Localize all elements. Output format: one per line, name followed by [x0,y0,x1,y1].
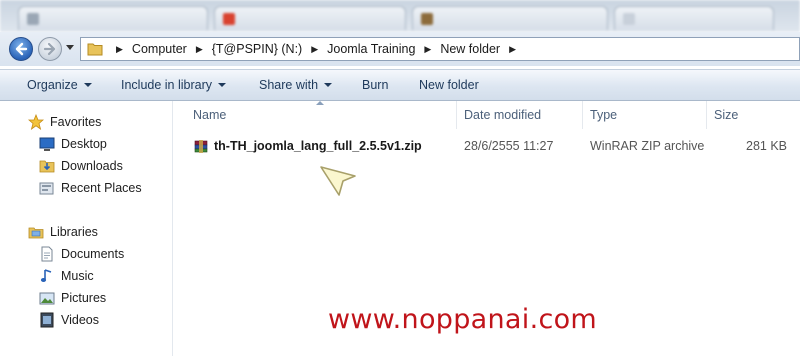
browser-tab[interactable] [412,6,608,30]
caret-down-icon [218,83,227,87]
nav-favorites[interactable]: Favorites [27,112,102,132]
file-type: WinRAR ZIP archive [590,139,705,153]
documents-icon [39,246,55,262]
nav-item-label: Documents [61,247,125,261]
breadcrumb-drive[interactable]: {T@PSPIN} (N:) [212,42,303,56]
column-header-size[interactable]: Size [707,101,800,129]
pictures-icon [39,290,55,306]
star-icon [27,113,45,130]
chevron-right-icon[interactable]: ▶ [311,44,318,55]
new-folder-button[interactable]: New folder [419,78,479,92]
nav-item-videos[interactable]: Videos [39,310,99,330]
chevron-right-icon[interactable]: ▶ [509,44,516,55]
sort-ascending-icon [316,101,324,105]
share-with-button[interactable]: Share with [259,78,333,92]
libraries-icon [28,224,44,240]
nav-item-label: Music [61,269,94,283]
include-in-library-label: Include in library [121,78,213,92]
nav-item-downloads[interactable]: Downloads [39,156,123,176]
nav-favorites-label: Favorites [50,115,102,129]
winrar-archive-icon [193,138,209,160]
share-with-label: Share with [259,78,319,92]
browser-tab-strip [0,0,800,32]
pointer-cursor-icon [320,166,356,196]
nav-item-music[interactable]: Music [39,266,94,286]
organize-label: Organize [27,78,78,92]
music-note-icon [39,268,55,284]
address-bar[interactable]: ▶ Computer ▶ {T@PSPIN} (N:) ▶ Joomla Tra… [80,37,800,61]
chevron-right-icon[interactable]: ▶ [196,44,203,55]
breadcrumb-joomla-training[interactable]: Joomla Training [327,42,415,56]
nav-item-pictures[interactable]: Pictures [39,288,106,308]
breadcrumb-computer[interactable]: Computer [132,42,187,56]
chevron-right-icon[interactable]: ▶ [116,44,123,55]
browser-tab[interactable] [614,6,774,30]
arrow-left-icon [15,42,28,56]
back-button[interactable] [9,37,33,61]
file-name: th-TH_joomla_lang_full_2.5.5v1.zip [214,139,422,153]
organize-button[interactable]: Organize [27,78,92,92]
breadcrumb-new-folder[interactable]: New folder [440,42,500,56]
breadcrumb: ▶ Computer ▶ {T@PSPIN} (N:) ▶ Joomla Tra… [107,38,525,60]
address-row: ▶ Computer ▶ {T@PSPIN} (N:) ▶ Joomla Tra… [0,32,800,66]
command-bar: Organize Include in library Share with B… [0,69,800,101]
arrow-right-icon [43,42,56,56]
recent-pages-dropdown[interactable] [66,45,74,50]
file-row[interactable]: th-TH_joomla_lang_full_2.5.5v1.zip 28/6/… [186,136,788,156]
nav-item-label: Recent Places [61,181,142,195]
burn-button[interactable]: Burn [362,78,388,92]
nav-libraries-label: Libraries [50,225,98,239]
recent-places-icon [39,180,55,196]
desktop-icon [39,136,55,152]
nav-libraries[interactable]: Libraries [28,222,98,242]
folder-icon [87,43,103,56]
column-header-type[interactable]: Type [583,101,707,129]
nav-item-desktop[interactable]: Desktop [39,134,107,154]
forward-button[interactable] [38,37,62,61]
nav-item-label: Videos [61,313,99,327]
videos-icon [39,312,55,328]
nav-item-documents[interactable]: Documents [39,244,124,264]
nav-item-recent-places[interactable]: Recent Places [39,178,142,198]
nav-item-label: Desktop [61,137,107,151]
nav-item-label: Pictures [61,291,107,305]
watermark-text: www.noppanai.com [328,304,598,335]
browser-tab[interactable] [18,6,208,30]
nav-item-label: Downloads [61,159,123,173]
column-header-date-modified[interactable]: Date modified [457,101,583,129]
downloads-folder-icon [39,158,55,174]
caret-down-icon [83,83,92,87]
browser-tab[interactable] [214,6,406,30]
chevron-right-icon[interactable]: ▶ [424,44,431,55]
column-header-name[interactable]: Name [186,101,457,129]
caret-down-icon [324,83,333,87]
file-date-modified: 28/6/2555 11:27 [464,139,554,153]
navigation-pane: Favorites Desktop Downloads Recent Place… [0,101,173,356]
include-in-library-button[interactable]: Include in library [121,78,227,92]
file-size: 281 KB [746,139,788,153]
